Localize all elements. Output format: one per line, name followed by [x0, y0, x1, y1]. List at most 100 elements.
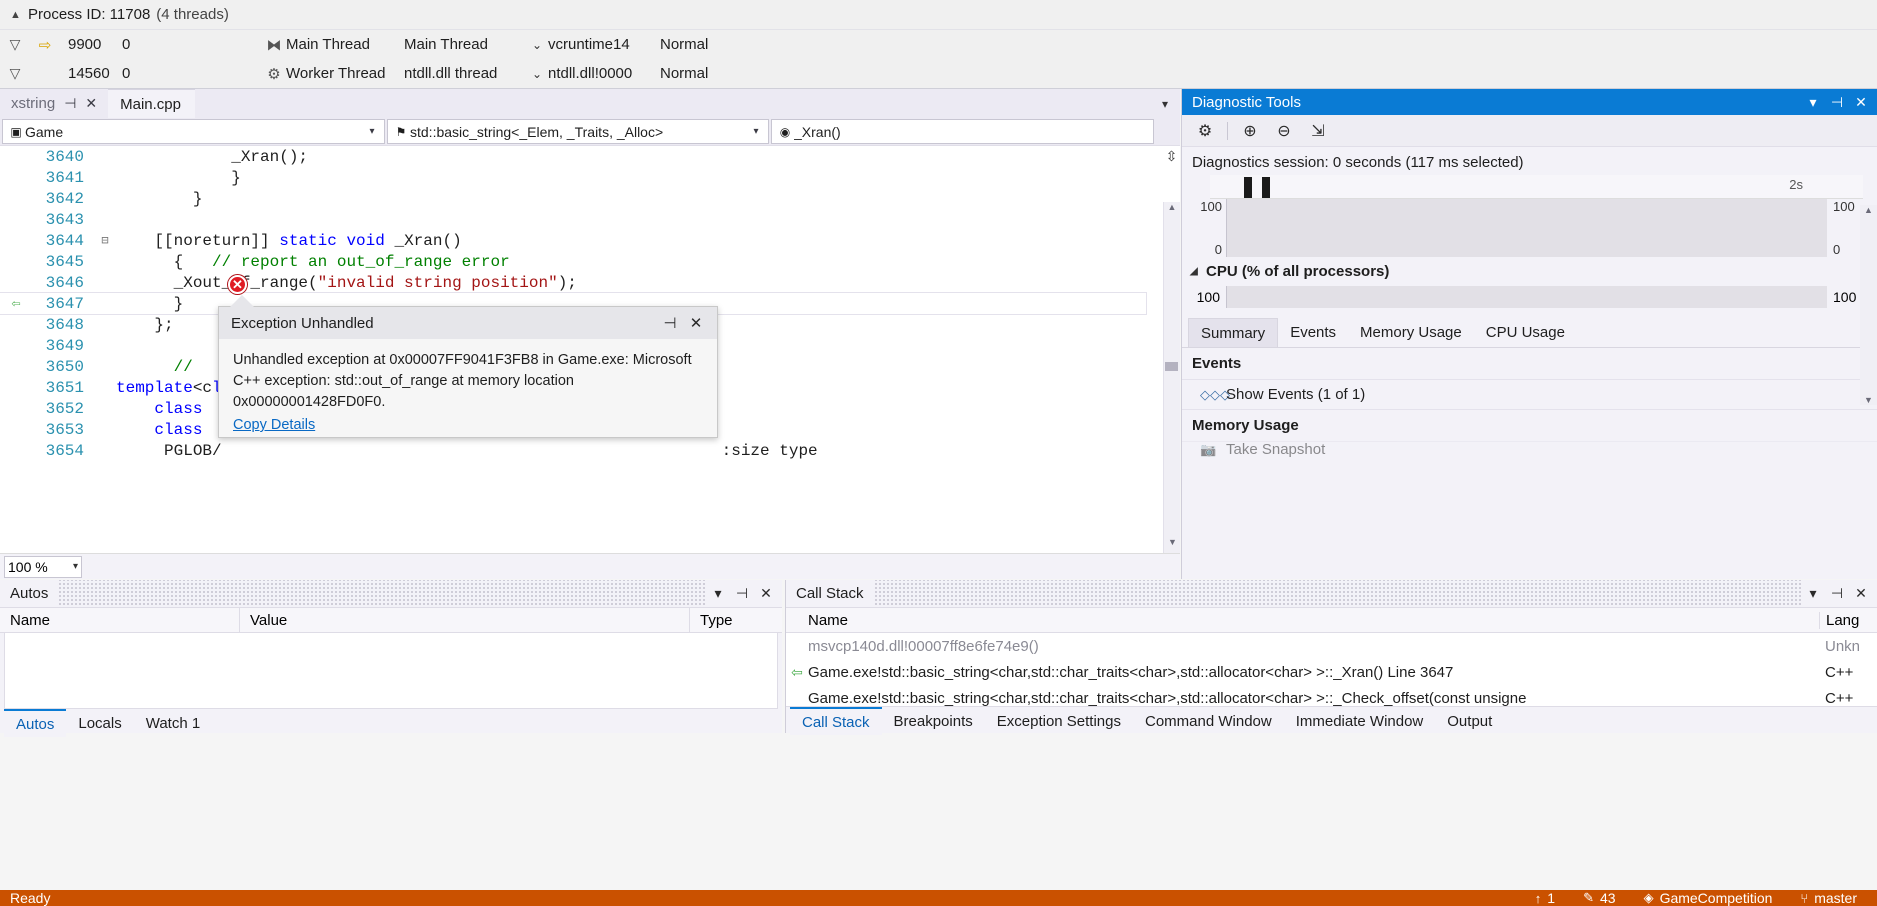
collapse-caret-icon[interactable]: ▲ [10, 9, 28, 21]
line-number: 3640 [45, 147, 84, 166]
cpu-section-header[interactable]: ◢ CPU (% of all processors) [1182, 257, 1877, 282]
chevron-down-icon[interactable]: ⌄ [526, 67, 548, 81]
show-events-row[interactable]: ◇◇◇ Show Events (1 of 1) [1182, 379, 1877, 409]
threads-process-header[interactable]: ▲ Process ID: 11708 (4 threads) [0, 0, 1877, 29]
copy-details-link[interactable]: Copy Details [219, 413, 717, 433]
tab-events[interactable]: Events [1278, 318, 1348, 347]
column-header-value[interactable]: Value [240, 608, 690, 632]
status-item-branch[interactable]: ⑂ master [1786, 890, 1871, 906]
window-dropdown-icon[interactable]: ▾ [1801, 94, 1825, 111]
column-header-type[interactable]: Type [690, 608, 782, 632]
status-item-edits[interactable]: ✎ 43 [1569, 890, 1629, 906]
collapse-triangle-icon[interactable]: ◢ [1190, 266, 1206, 277]
code-text: PGLOB/ [116, 441, 222, 460]
tab-overflow-icon[interactable]: ▾ [1150, 89, 1180, 118]
tab-immediate-window[interactable]: Immediate Window [1284, 707, 1436, 735]
tab-watch-1[interactable]: Watch 1 [134, 709, 212, 737]
code-line[interactable]: 3645 { // report an out_of_range error [0, 251, 1146, 272]
tab-command-window[interactable]: Command Window [1133, 707, 1284, 735]
pin-icon[interactable]: ⊣ [64, 95, 76, 112]
code-line[interactable]: 3644 ⊟ [[noreturn]] static void _Xran() [0, 230, 1146, 251]
zoom-in-icon[interactable]: ⊕ [1235, 118, 1265, 144]
thread-row[interactable]: ▽ ⇨ 9900 0 ⧓ Main Thread Main Thread ⌄ v… [0, 30, 1877, 59]
diagnostics-scrollbar[interactable]: ▲ ▼ [1860, 205, 1877, 405]
chevron-down-icon[interactable]: ▾ [748, 126, 764, 137]
zoom-out-icon[interactable]: ⊖ [1269, 118, 1299, 144]
pin-icon[interactable]: ⊣ [657, 314, 683, 332]
reset-view-icon[interactable]: ⇲ [1303, 118, 1333, 144]
scrollbar-thumb[interactable] [1165, 362, 1178, 371]
window-dropdown-icon[interactable]: ▾ [706, 585, 730, 602]
scroll-up-icon[interactable]: ▲ [1860, 205, 1877, 215]
method-icon: ◉ [779, 124, 791, 139]
flag-icon[interactable]: ▽ [0, 65, 30, 82]
call-stack-list[interactable]: msvcp140d.dll!00007ff8e6fe74e9() Unkn ⇦ … [786, 633, 1877, 707]
code-line[interactable]: 3641 } [0, 167, 1146, 188]
chevron-down-icon[interactable]: ⌄ [526, 38, 548, 52]
drag-handle[interactable] [873, 580, 1801, 607]
tab-breakpoints[interactable]: Breakpoints [882, 707, 985, 735]
code-line[interactable]: 3646 _Xout_of_range("invalid string posi… [0, 272, 1146, 293]
type-dropdown[interactable]: ⚑ std::basic_string<_Elem, _Traits, _All… [387, 119, 769, 144]
thread-name: Main Thread [404, 36, 488, 53]
line-number: 3647 [45, 294, 84, 313]
call-stack-row-current[interactable]: ⇦ Game.exe!std::basic_string<char,std::c… [786, 659, 1877, 685]
take-snapshot-row[interactable]: 📷 Take Snapshot [1182, 441, 1877, 457]
code-line[interactable]: 3640 _Xran(); [0, 146, 1146, 167]
diagnostics-timeline[interactable]: 2s [1210, 175, 1863, 199]
scroll-down-icon[interactable]: ▼ [1860, 395, 1877, 405]
branch-icon: ⑂ [1800, 890, 1809, 906]
thread-name: ntdll.dll thread [404, 65, 498, 82]
code-line[interactable]: 3654 PGLOB/ :size type [0, 440, 1146, 461]
zoom-level-select[interactable]: 100 % ▾ [4, 555, 82, 578]
pin-icon[interactable]: ⊣ [730, 585, 754, 602]
close-icon[interactable]: ✕ [85, 95, 97, 112]
chevron-down-icon[interactable]: ▾ [73, 561, 78, 572]
close-icon[interactable]: ✕ [1849, 585, 1873, 602]
status-item-repo[interactable]: ◈ GameCompetition [1630, 890, 1787, 906]
column-header-name[interactable]: Name [0, 608, 240, 632]
member-dropdown[interactable]: ◉ _Xran() [771, 119, 1154, 144]
column-header-lang[interactable]: Lang [1819, 611, 1877, 629]
close-icon[interactable]: ✕ [1849, 94, 1873, 111]
tab-call-stack[interactable]: Call Stack [790, 707, 882, 735]
scroll-down-icon[interactable]: ▼ [1164, 537, 1180, 553]
window-dropdown-icon[interactable]: ▾ [1801, 585, 1825, 602]
thread-type-icon: ⚙ [267, 65, 281, 83]
thread-row[interactable]: ▽ 14560 0 ⚙ Worker Thread ntdll.dll thre… [0, 59, 1877, 88]
project-dropdown[interactable]: ▣ Game ▾ [2, 119, 385, 144]
split-view-icon[interactable]: ⇳ [1164, 148, 1179, 164]
tab-xstring[interactable]: xstring ⊣ ✕ [0, 89, 109, 118]
tab-output[interactable]: Output [1435, 707, 1504, 735]
tab-summary[interactable]: Summary [1188, 318, 1279, 347]
status-item-changes[interactable]: ↑ 1 [1521, 890, 1569, 906]
code-line[interactable]: 3642 } [0, 188, 1146, 209]
drag-handle[interactable] [58, 580, 706, 607]
fold-collapse-icon[interactable]: ⊟ [94, 233, 116, 248]
autos-grid-body[interactable] [4, 633, 778, 709]
tab-memory-usage[interactable]: Memory Usage [1348, 318, 1474, 347]
call-stack-row[interactable]: Game.exe!std::basic_string<char,std::cha… [786, 685, 1877, 707]
pin-icon[interactable]: ⊣ [1825, 94, 1849, 111]
tab-locals[interactable]: Locals [66, 709, 133, 737]
close-icon[interactable]: ✕ [683, 314, 709, 332]
exception-error-icon[interactable]: ✕ [228, 275, 247, 294]
editor-vertical-scrollbar[interactable]: ▲ ▼ [1163, 202, 1180, 553]
tab-main-cpp[interactable]: Main.cpp [108, 89, 195, 118]
pin-icon[interactable]: ⊣ [1825, 585, 1849, 602]
close-icon[interactable]: ✕ [754, 585, 778, 602]
code-editor[interactable]: 3640 _Xran(); 3641 } 3642} 3643 3644 ⊟ … [0, 145, 1180, 553]
column-header-name[interactable]: Name [786, 612, 1819, 629]
flag-icon[interactable]: ▽ [0, 36, 30, 53]
call-stack-row[interactable]: msvcp140d.dll!00007ff8e6fe74e9() Unkn [786, 633, 1877, 659]
code-line[interactable]: 3643 [0, 209, 1146, 230]
diagnostic-tools-title: Diagnostic Tools [1192, 93, 1301, 111]
tab-cpu-usage[interactable]: CPU Usage [1474, 318, 1577, 347]
execution-pointer-icon[interactable]: ⇦ [0, 294, 32, 313]
tab-autos[interactable]: Autos [4, 709, 67, 737]
tab-exception-settings[interactable]: Exception Settings [985, 707, 1133, 735]
project-dropdown-label: Game [25, 123, 64, 140]
scroll-up-icon[interactable]: ▲ [1164, 202, 1180, 219]
chevron-down-icon[interactable]: ▾ [364, 126, 380, 137]
gear-icon[interactable]: ⚙ [1190, 118, 1220, 144]
